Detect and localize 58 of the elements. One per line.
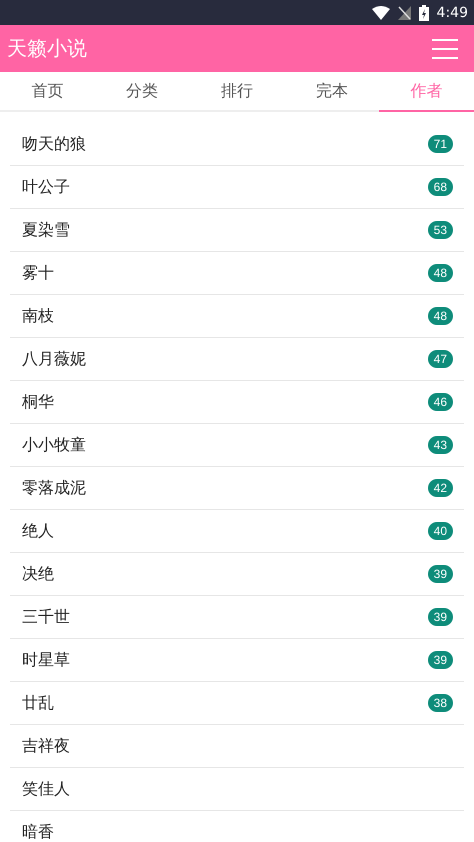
book-count-badge: 53	[428, 221, 453, 239]
author-name: 笑佳人	[22, 778, 70, 800]
author-name: 南枝	[22, 306, 54, 326]
author-row[interactable]: 桐华 46	[10, 381, 464, 424]
author-name: 决绝	[22, 564, 54, 584]
book-count-badge: 46	[428, 393, 453, 411]
author-row[interactable]: 零落成泥 42	[10, 467, 464, 510]
author-name: 时星草	[22, 650, 70, 670]
author-name: 暗香	[22, 822, 54, 842]
book-count-badge: 68	[428, 178, 453, 196]
battery-icon	[418, 4, 429, 20]
book-count-badge: 47	[428, 350, 453, 368]
book-count-badge: 39	[428, 608, 453, 626]
clock-time: 4:49	[436, 4, 468, 20]
author-name: 夏染雪	[22, 220, 70, 240]
author-row[interactable]: 南枝 48	[10, 295, 464, 338]
author-row[interactable]: 笑佳人	[10, 768, 464, 811]
author-row[interactable]: 三千世 39	[10, 596, 464, 639]
author-row[interactable]: 吉祥夜	[10, 725, 464, 768]
app-title: 天籁小说	[7, 35, 87, 62]
author-name: 吉祥夜	[22, 736, 70, 756]
author-name: 叶公子	[22, 176, 70, 198]
book-count-badge: 39	[428, 651, 453, 669]
book-count-badge: 48	[428, 307, 453, 325]
author-name: 小小牧童	[22, 434, 86, 456]
book-count-badge: 71	[428, 135, 453, 153]
menu-icon[interactable]	[432, 38, 458, 58]
author-name: 雾十	[22, 262, 54, 284]
author-row[interactable]: 八月薇妮 47	[10, 338, 464, 381]
author-name: 三千世	[22, 606, 70, 628]
wifi-icon	[372, 6, 390, 20]
author-row[interactable]: 暗香	[10, 811, 464, 842]
tab[interactable]: 完本	[284, 72, 380, 112]
no-signal-icon	[398, 6, 411, 20]
tab[interactable]: 分类	[94, 72, 190, 112]
author-name: 廿乱	[22, 692, 54, 714]
author-name: 八月薇妮	[22, 348, 86, 370]
book-count-badge: 40	[428, 522, 453, 540]
book-count-badge: 42	[428, 479, 453, 497]
author-row[interactable]: 叶公子 68	[10, 166, 464, 209]
author-row[interactable]: 吻天的狼 71	[10, 123, 464, 166]
author-name: 吻天的狼	[22, 134, 86, 154]
author-row[interactable]: 小小牧童 43	[10, 424, 464, 467]
author-name: 绝人	[22, 520, 54, 542]
book-count-badge: 48	[428, 264, 453, 282]
book-count-badge: 43	[428, 436, 453, 454]
author-name: 零落成泥	[22, 478, 86, 498]
author-row[interactable]: 决绝 39	[10, 553, 464, 596]
tab[interactable]: 排行	[190, 72, 284, 112]
author-row[interactable]: 雾十 48	[10, 252, 464, 295]
author-row[interactable]: 廿乱 38	[10, 682, 464, 725]
author-row[interactable]: 夏染雪 53	[10, 209, 464, 252]
book-count-badge: 39	[428, 565, 453, 583]
author-row[interactable]: 时星草 39	[10, 639, 464, 682]
tab[interactable]: 首页	[0, 72, 95, 112]
book-count-badge: 38	[428, 694, 453, 712]
author-name: 桐华	[22, 392, 54, 412]
author-row[interactable]: 绝人 40	[10, 510, 464, 553]
